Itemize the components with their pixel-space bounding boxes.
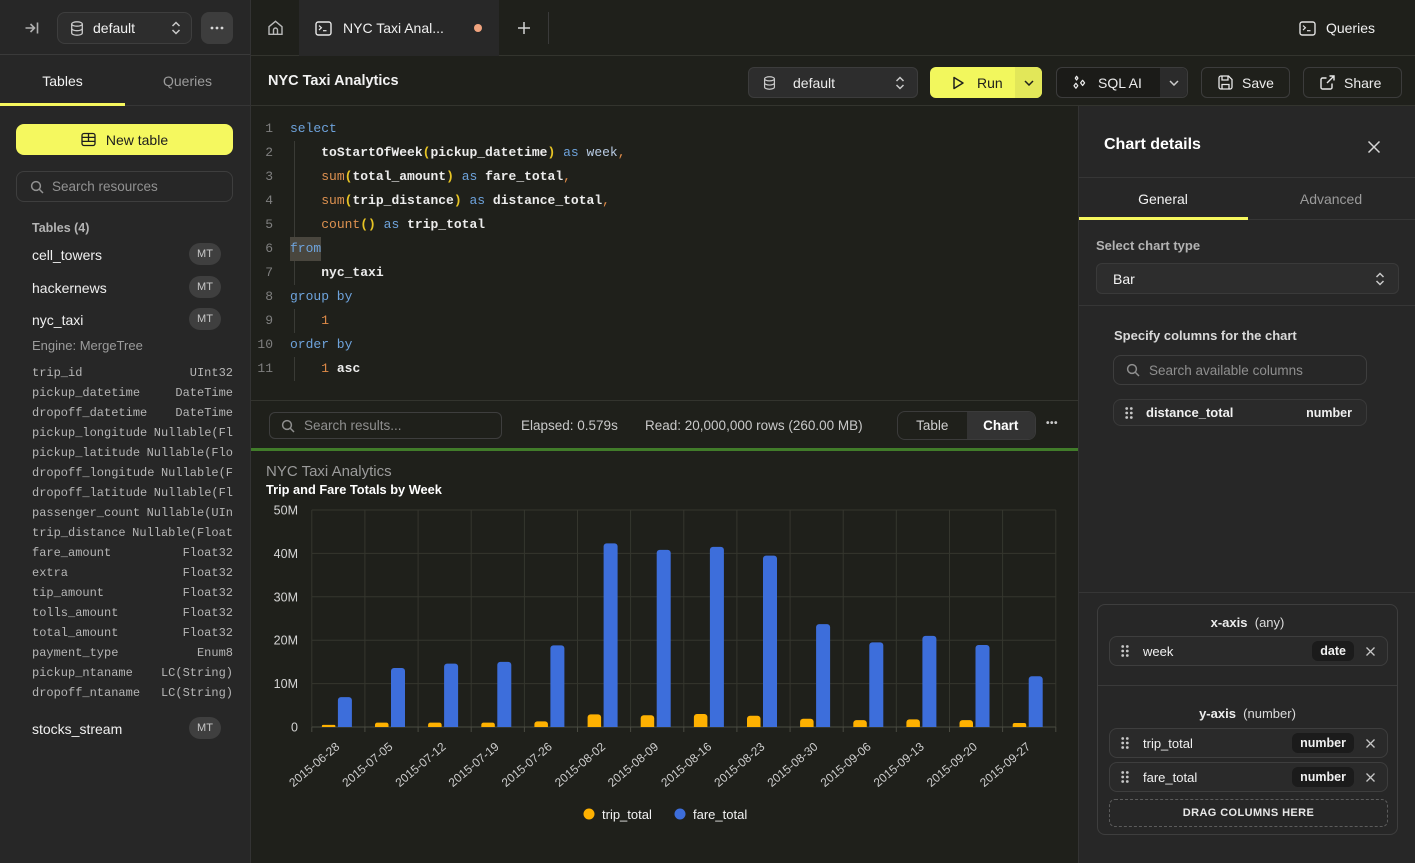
svg-text:trip_total: trip_total: [602, 807, 652, 822]
svg-text:2015-07-12: 2015-07-12: [393, 739, 449, 789]
svg-text:2015-07-26: 2015-07-26: [499, 739, 555, 789]
svg-text:2015-08-23: 2015-08-23: [711, 739, 767, 789]
svg-text:2015-07-05: 2015-07-05: [339, 739, 395, 789]
svg-text:2015-09-13: 2015-09-13: [871, 739, 927, 789]
svg-text:2015-09-27: 2015-09-27: [977, 739, 1033, 789]
svg-text:10M: 10M: [274, 677, 298, 691]
svg-text:2015-07-19: 2015-07-19: [446, 739, 502, 789]
svg-text:NYC Taxi Analytics: NYC Taxi Analytics: [266, 463, 392, 480]
svg-text:Trip and Fare Totals by Week: Trip and Fare Totals by Week: [266, 482, 443, 497]
svg-text:0: 0: [291, 721, 298, 735]
svg-text:2015-06-28: 2015-06-28: [286, 739, 342, 789]
svg-text:30M: 30M: [274, 590, 298, 604]
svg-text:2015-08-30: 2015-08-30: [765, 739, 821, 789]
svg-text:50M: 50M: [274, 504, 298, 518]
svg-text:fare_total: fare_total: [693, 807, 747, 822]
svg-text:2015-09-06: 2015-09-06: [818, 739, 874, 789]
svg-text:2015-09-20: 2015-09-20: [924, 739, 980, 789]
svg-text:2015-08-02: 2015-08-02: [552, 739, 608, 789]
svg-text:20M: 20M: [274, 634, 298, 648]
svg-text:40M: 40M: [274, 547, 298, 561]
svg-text:2015-08-16: 2015-08-16: [658, 739, 714, 789]
svg-text:2015-08-09: 2015-08-09: [605, 739, 661, 789]
